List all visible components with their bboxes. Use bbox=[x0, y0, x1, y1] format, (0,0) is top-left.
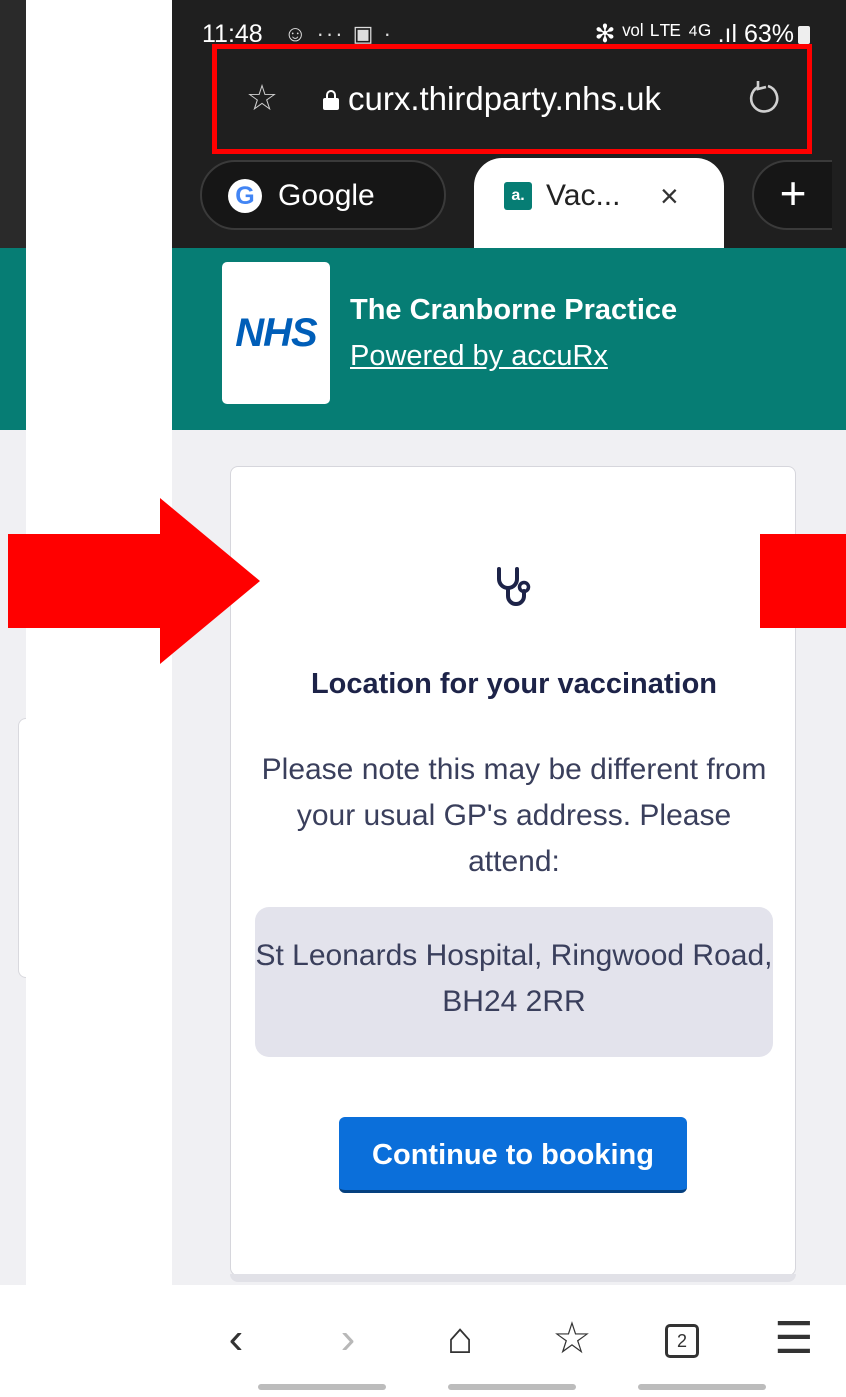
home-icon[interactable]: ⌂ bbox=[432, 1311, 488, 1367]
bookmark-star-icon[interactable]: ☆ bbox=[242, 78, 282, 118]
gesture-bar-segment bbox=[638, 1384, 766, 1390]
practice-header: NHS The Cranborne Practice Powered by ac… bbox=[172, 248, 846, 430]
adjacent-screen-left-card bbox=[18, 718, 26, 978]
forward-icon[interactable]: › bbox=[320, 1311, 376, 1367]
practice-name: The Cranborne Practice bbox=[350, 294, 678, 326]
red-arrow-annotation-right bbox=[760, 534, 846, 628]
battery-icon bbox=[798, 26, 810, 44]
tabs-icon[interactable]: 2 bbox=[654, 1311, 710, 1367]
menu-icon[interactable]: ☰ bbox=[766, 1311, 822, 1367]
nhs-logo-text: NHS bbox=[235, 311, 317, 355]
vaccination-location-card: Location for your vaccination Please not… bbox=[230, 466, 796, 1276]
gesture-bar-segment bbox=[448, 1384, 576, 1390]
bookmarks-icon[interactable]: ☆ bbox=[544, 1311, 600, 1367]
new-tab-button[interactable]: + bbox=[752, 160, 832, 230]
adjacent-screen-left-header bbox=[0, 248, 26, 430]
screen-gap bbox=[26, 0, 172, 1397]
reload-icon[interactable] bbox=[744, 78, 784, 118]
tabs-count: 2 bbox=[665, 1324, 699, 1359]
close-icon[interactable]: × bbox=[660, 174, 679, 218]
browser-chrome: 11:48 ☺ ··· ▣ · ✻ ᵛᵒˡ ᴸᵀᴱ ⁴ᴳ .ıl 63% ☆ c… bbox=[172, 0, 846, 252]
accurx-favicon-icon: a. bbox=[504, 182, 532, 210]
red-arrow-annotation bbox=[8, 498, 260, 664]
tab-vaccination[interactable]: a. Vac... × bbox=[474, 158, 724, 252]
gesture-bar-segment bbox=[258, 1384, 386, 1390]
card-title: Location for your vaccination bbox=[310, 668, 718, 700]
nhs-logo: NHS bbox=[222, 262, 330, 404]
card-bottom-edge bbox=[230, 1274, 796, 1282]
adjacent-screen-left-nav bbox=[0, 1285, 26, 1397]
tab-google-label: Google bbox=[278, 179, 375, 212]
tab-vaccination-label: Vac... bbox=[546, 179, 621, 212]
powered-by-link[interactable]: Powered by accuRx bbox=[350, 336, 608, 376]
adjacent-screen-left-chrome bbox=[0, 0, 26, 248]
tab-google[interactable]: G Google bbox=[200, 160, 446, 230]
lock-icon bbox=[323, 90, 339, 110]
address-box: St Leonards Hospital, Ringwood Road, BH2… bbox=[255, 907, 773, 1057]
back-icon[interactable]: ‹ bbox=[208, 1311, 264, 1367]
card-description: Please note this may be different from y… bbox=[261, 753, 767, 878]
continue-to-booking-button[interactable]: Continue to booking bbox=[339, 1117, 687, 1193]
browser-bottom-nav: ‹ › ⌂ ☆ 2 ☰ bbox=[172, 1285, 846, 1397]
google-icon: G bbox=[228, 179, 262, 213]
stethoscope-icon bbox=[489, 563, 539, 613]
phone-screen: 11:48 ☺ ··· ▣ · ✻ ᵛᵒˡ ᴸᵀᴱ ⁴ᴳ .ıl 63% ☆ c… bbox=[172, 0, 846, 1397]
address-text: St Leonards Hospital, Ringwood Road, BH2… bbox=[255, 939, 773, 1018]
url-text[interactable]: curx.thirdparty.nhs.uk bbox=[348, 76, 661, 122]
